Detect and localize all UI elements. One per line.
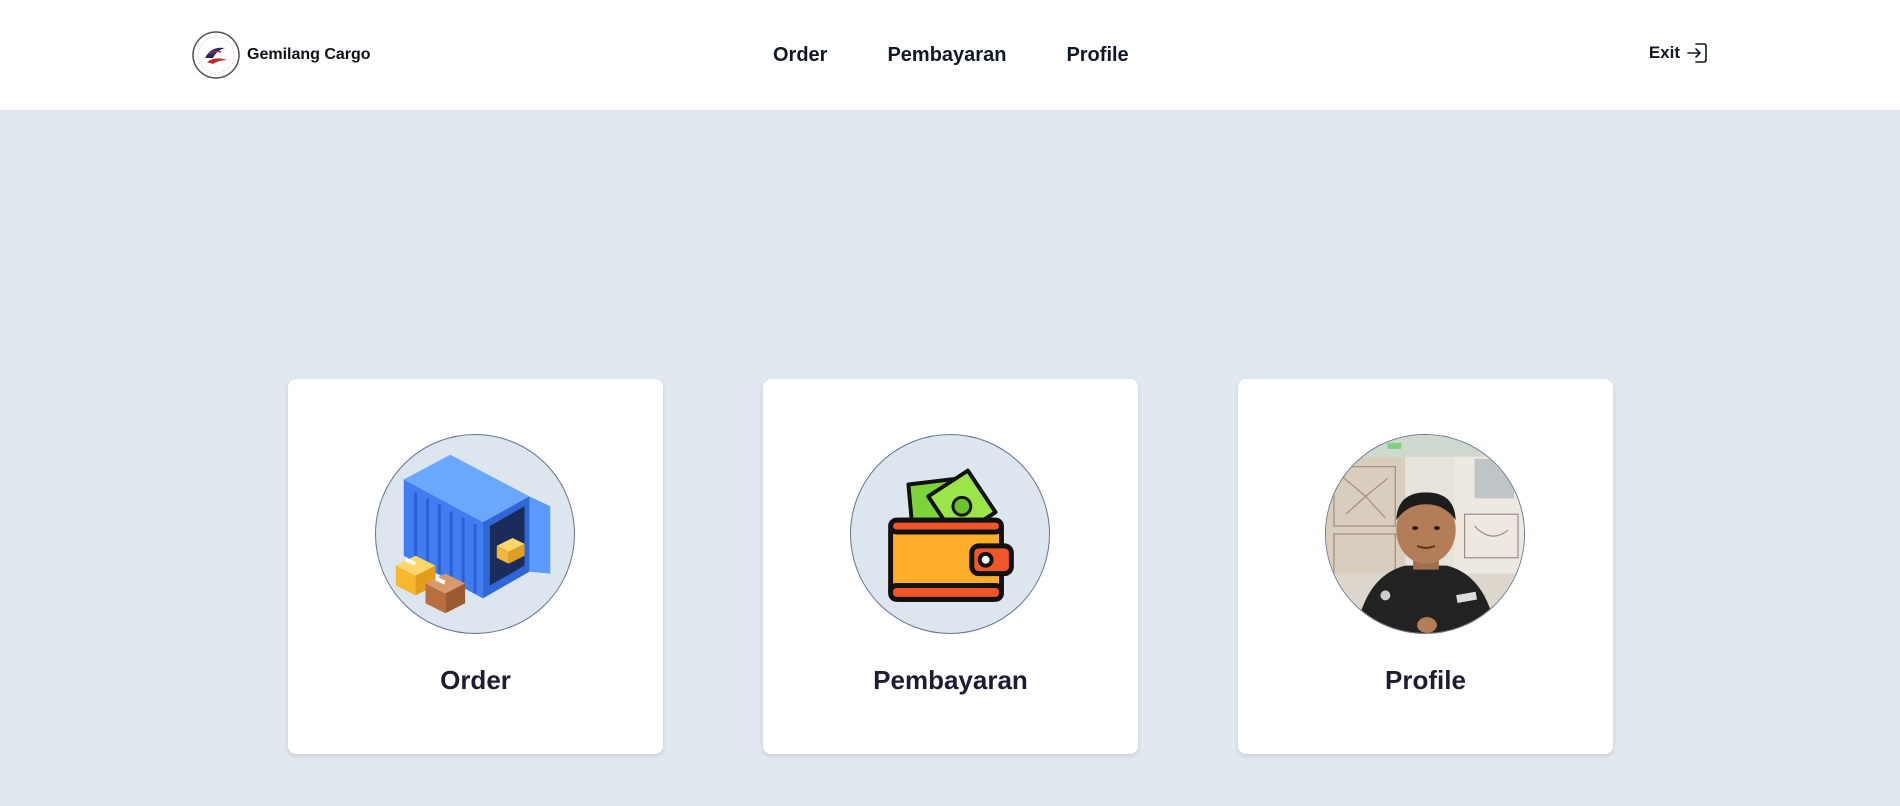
brand-name: Gemilang Cargo xyxy=(247,46,371,63)
shipping-container-icon xyxy=(395,454,551,614)
wallet-money-icon xyxy=(888,468,1014,602)
order-card-label: Order xyxy=(440,665,511,695)
exit-label: Exit xyxy=(1648,43,1680,62)
sign-in-arrow-icon xyxy=(1687,43,1707,63)
user-profile-photo xyxy=(1326,435,1524,633)
pembayaran-card[interactable]: Pembayaran xyxy=(763,379,1138,754)
profile-card-image xyxy=(1325,434,1525,634)
order-card[interactable]: Order xyxy=(288,379,663,754)
profile-card-label: Profile xyxy=(1385,665,1466,695)
exit-button[interactable]: Exit xyxy=(1649,41,1708,65)
pembayaran-card-label: Pembayaran xyxy=(873,665,1028,695)
nav-pembayaran[interactable]: Pembayaran xyxy=(887,40,1006,70)
pembayaran-card-image xyxy=(850,434,1050,634)
nav-profile[interactable]: Profile xyxy=(1066,40,1128,70)
main-nav: Order Pembayaran Profile xyxy=(773,40,1129,70)
nav-order[interactable]: Order xyxy=(773,40,827,70)
gemilang-cargo-logo-icon xyxy=(192,31,240,79)
profile-card[interactable]: Profile xyxy=(1238,379,1613,754)
brand-link[interactable]: Gemilang Cargo xyxy=(191,30,371,80)
navbar: Gemilang Cargo Order Pembayaran Profile … xyxy=(0,0,1900,110)
order-card-image xyxy=(375,434,575,634)
